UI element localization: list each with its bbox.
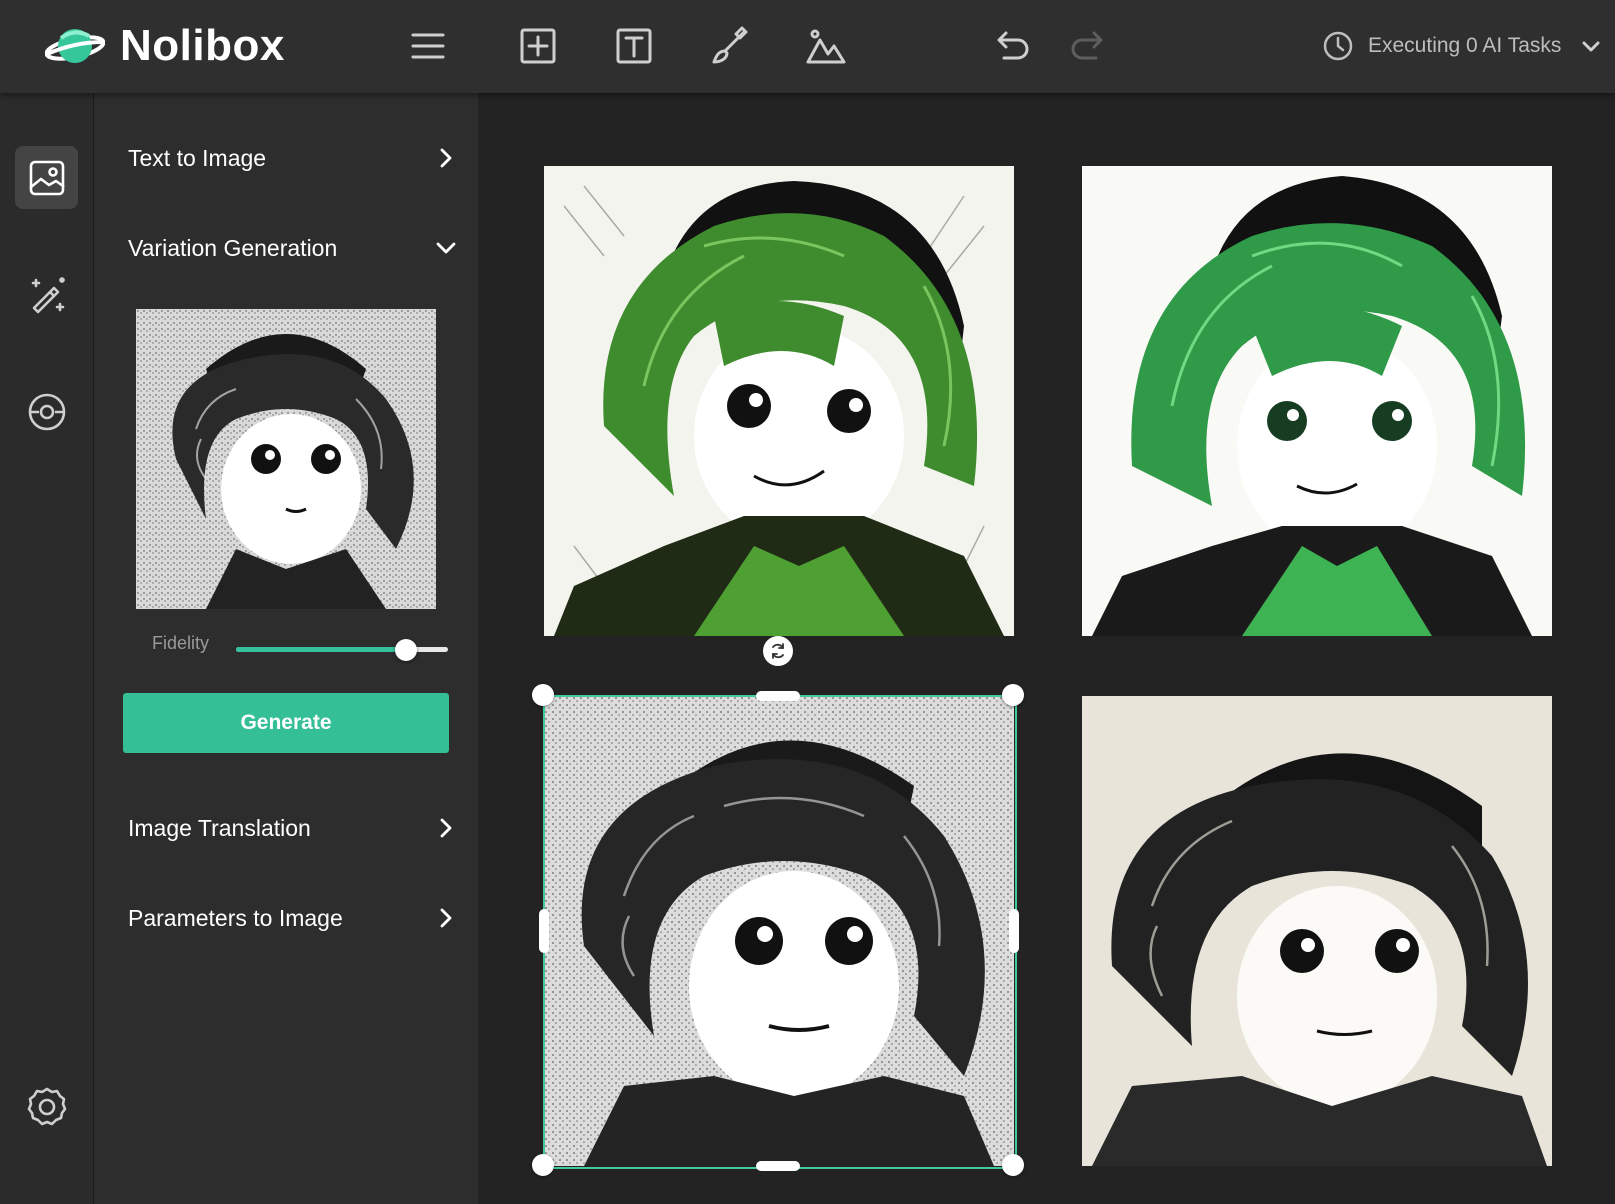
magic-wand-icon[interactable] xyxy=(15,263,78,326)
slider-knob[interactable] xyxy=(394,639,417,661)
source-image-thumbnail[interactable] xyxy=(136,309,436,609)
section-label: Text to Image xyxy=(128,144,267,171)
section-label: Variation Generation xyxy=(128,234,338,261)
ai-tasks-label: Executing 0 AI Tasks xyxy=(1368,34,1562,57)
generation-panel: Text to Image Variation Generation Fidel… xyxy=(94,93,478,1204)
resize-handle-bottom-right[interactable] xyxy=(1002,1154,1024,1176)
generate-button[interactable]: Generate xyxy=(123,693,449,753)
resize-handle-top-right[interactable] xyxy=(1002,684,1024,706)
generated-image-3[interactable] xyxy=(544,696,1014,1166)
app-title: Nolibox xyxy=(120,21,285,70)
chevron-right-icon xyxy=(440,908,452,928)
text-icon[interactable] xyxy=(612,24,656,68)
section-label: Image Translation xyxy=(128,814,311,841)
clock-icon xyxy=(1323,31,1353,61)
generated-image-4[interactable] xyxy=(1082,696,1552,1166)
chevron-down-icon xyxy=(436,242,456,254)
fidelity-slider[interactable] xyxy=(236,639,448,661)
ai-tasks-status[interactable]: Executing 0 AI Tasks xyxy=(1322,24,1603,68)
settings-icon[interactable] xyxy=(15,1075,78,1138)
resize-handle-bottom[interactable] xyxy=(756,1161,800,1171)
tool-rail xyxy=(0,93,94,1204)
image-panel-icon[interactable] xyxy=(15,146,78,209)
chevron-down-icon[interactable] xyxy=(1579,34,1603,58)
redo-icon[interactable] xyxy=(1066,24,1110,68)
undo-icon[interactable] xyxy=(990,24,1034,68)
image-canvas[interactable] xyxy=(479,93,1615,1204)
chevron-right-icon xyxy=(440,818,452,838)
fidelity-label: Fidelity xyxy=(152,633,210,653)
resize-handle-top[interactable] xyxy=(756,691,800,701)
generated-image-2[interactable] xyxy=(1082,166,1552,636)
image-icon[interactable] xyxy=(804,24,848,68)
section-image-translation[interactable]: Image Translation xyxy=(128,803,458,853)
generated-image-1[interactable] xyxy=(544,166,1014,636)
section-parameters-to-image[interactable]: Parameters to Image xyxy=(128,893,458,943)
resize-handle-bottom-left[interactable] xyxy=(532,1154,554,1176)
rotate-handle[interactable] xyxy=(763,636,793,666)
resize-handle-left[interactable] xyxy=(539,909,549,953)
resize-handle-right[interactable] xyxy=(1009,909,1019,953)
add-frame-icon[interactable] xyxy=(516,24,560,68)
ai-vision-icon[interactable] xyxy=(15,380,78,443)
rotate-icon xyxy=(772,643,784,659)
planet-logo-icon xyxy=(45,29,105,63)
chevron-right-icon xyxy=(440,148,452,168)
slider-fill xyxy=(236,647,406,652)
brush-icon[interactable] xyxy=(708,24,752,68)
top-toolbar: Nolibox Executing 0 AI Tasks xyxy=(0,0,1615,93)
section-variation-generation[interactable]: Variation Generation xyxy=(128,223,458,273)
resize-handle-top-left[interactable] xyxy=(532,684,554,706)
section-text-to-image[interactable]: Text to Image xyxy=(128,133,458,183)
section-label: Parameters to Image xyxy=(128,904,343,931)
menu-icon[interactable] xyxy=(406,24,450,68)
